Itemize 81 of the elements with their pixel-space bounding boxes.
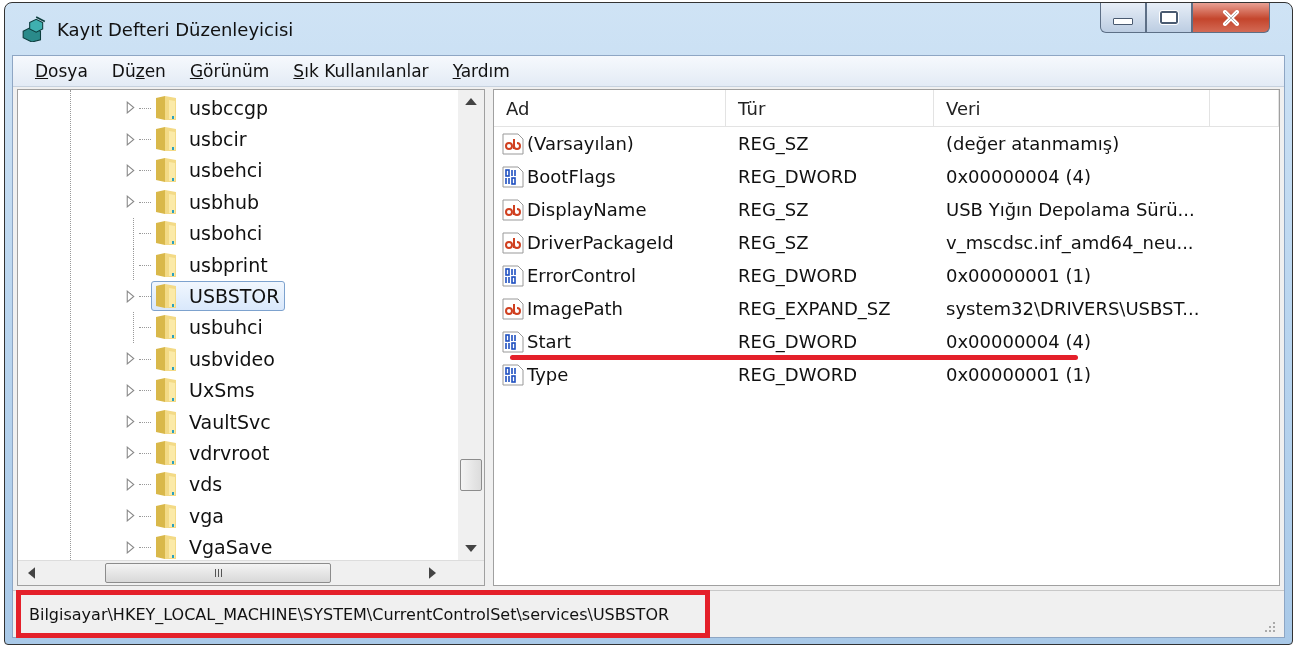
menu-item[interactable]: Dosya xyxy=(23,59,100,83)
minimize-button[interactable] xyxy=(1100,3,1146,33)
expand-arrow-icon[interactable] xyxy=(126,289,135,303)
binary-value-icon xyxy=(502,330,524,353)
scroll-right-arrow-icon[interactable] xyxy=(429,567,436,579)
menu-item[interactable]: Sık Kullanılanlar xyxy=(281,59,441,83)
value-name[interactable]: ImagePath xyxy=(527,298,623,319)
folder-icon xyxy=(155,126,177,153)
expand-arrow-icon[interactable] xyxy=(126,446,135,460)
window-title: Kayıt Defteri Düzenleyicisi xyxy=(57,18,294,40)
value-data: USB Yığın Depolama Sürü... xyxy=(946,199,1195,220)
value-type: REG_DWORD xyxy=(738,331,858,352)
value-type: REG_DWORD xyxy=(738,364,858,385)
expand-arrow-icon[interactable] xyxy=(126,101,135,115)
value-name[interactable]: Type xyxy=(527,364,569,385)
folder-icon xyxy=(155,502,177,529)
value-data: system32\DRIVERS\USBST... xyxy=(946,298,1200,319)
menu-item[interactable]: Görünüm xyxy=(177,59,282,83)
binary-value-icon xyxy=(502,264,524,287)
close-button[interactable] xyxy=(1192,3,1270,33)
value-data: 0x00000001 (1) xyxy=(946,265,1091,286)
value-name[interactable]: DisplayName xyxy=(527,199,647,220)
folder-icon xyxy=(155,534,177,560)
expand-arrow-icon[interactable] xyxy=(126,509,135,523)
folder-icon xyxy=(155,345,177,372)
horizontal-scrollbar[interactable] xyxy=(18,560,484,585)
folder-icon xyxy=(155,220,177,247)
status-path: Bilgisayar\HKEY_LOCAL_MACHINE\SYSTEM\CurrentControlSet\services\USBSTOR xyxy=(16,590,711,638)
folder-icon xyxy=(155,283,177,310)
value-name[interactable]: DriverPackageId xyxy=(527,232,674,253)
scroll-up-arrow-icon[interactable] xyxy=(465,98,477,105)
value-data: 0x00000004 (4) xyxy=(946,331,1091,352)
string-value-icon xyxy=(502,132,524,155)
value-data: 0x00000004 (4) xyxy=(946,166,1091,187)
expand-arrow-icon[interactable] xyxy=(126,352,135,366)
menu-item[interactable]: Düzen xyxy=(99,59,178,83)
scrollbar[interactable] xyxy=(458,90,484,560)
binary-value-icon xyxy=(502,363,524,386)
value-type: REG_EXPAND_SZ xyxy=(738,298,891,319)
string-value-icon xyxy=(502,231,524,254)
scroll-thumb[interactable] xyxy=(105,563,331,583)
value-data: v_mscdsc.inf_amd64_neu... xyxy=(946,232,1194,253)
folder-icon xyxy=(155,440,177,466)
string-value-icon xyxy=(502,198,524,221)
close-icon xyxy=(1220,9,1242,26)
scroll-left-arrow-icon[interactable] xyxy=(28,567,35,579)
binary-value-icon xyxy=(502,165,524,188)
folder-icon xyxy=(155,94,177,121)
value-name[interactable]: BootFlags xyxy=(527,166,616,187)
cubes-icon xyxy=(21,16,47,42)
value-name[interactable]: Start xyxy=(527,331,571,352)
expand-arrow-icon[interactable] xyxy=(126,163,135,177)
folder-icon xyxy=(155,471,177,498)
value-data: (değer atanmamış) xyxy=(946,133,1120,154)
folder-icon xyxy=(155,157,177,184)
scroll-down-arrow-icon[interactable] xyxy=(465,545,477,552)
folder-icon xyxy=(155,314,177,341)
value-type: REG_DWORD xyxy=(738,166,858,187)
expand-arrow-icon[interactable] xyxy=(126,540,135,554)
folder-icon xyxy=(155,377,177,404)
expand-arrow-icon[interactable] xyxy=(126,477,135,491)
value-name[interactable]: (Varsayılan) xyxy=(527,133,634,154)
menu-item[interactable]: Yardım xyxy=(440,59,522,83)
expand-arrow-icon[interactable] xyxy=(126,195,135,209)
folder-icon xyxy=(155,251,177,278)
string-value-icon xyxy=(502,297,524,320)
resize-grip-icon[interactable] xyxy=(1264,621,1276,633)
scroll-thumb[interactable] xyxy=(460,459,482,491)
value-type: REG_SZ xyxy=(738,133,809,154)
value-type: REG_SZ xyxy=(738,232,809,253)
folder-icon xyxy=(155,188,177,215)
value-data: 0x00000001 (1) xyxy=(946,364,1091,385)
value-name[interactable]: ErrorControl xyxy=(527,265,636,286)
maximize-button[interactable] xyxy=(1146,3,1192,33)
folder-icon xyxy=(155,408,177,435)
value-type: REG_DWORD xyxy=(738,265,858,286)
tree-item[interactable]: USBSTOR xyxy=(151,281,285,312)
expand-arrow-icon[interactable] xyxy=(126,132,135,146)
expand-arrow-icon[interactable] xyxy=(126,383,135,397)
expand-arrow-icon[interactable] xyxy=(126,415,135,429)
value-type: REG_SZ xyxy=(738,199,809,220)
